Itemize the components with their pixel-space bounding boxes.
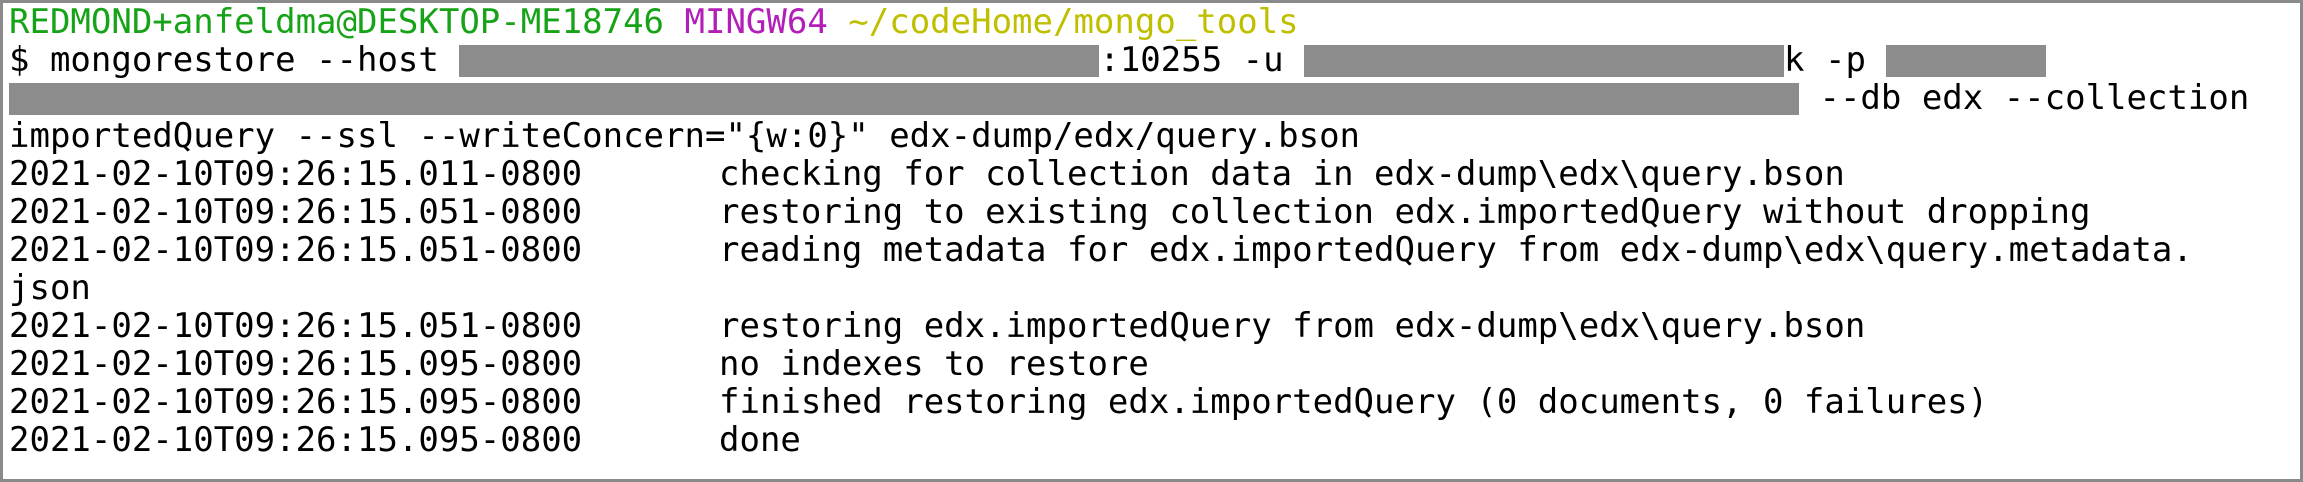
log-line: 2021-02-10T09:26:15.011-0800 checking for… <box>9 155 2300 193</box>
command-line-2: --db edx --collection <box>9 79 2300 117</box>
log-timestamp: 2021-02-10T09:26:15.051-0800 <box>9 307 583 345</box>
log-timestamp: 2021-02-10T09:26:15.095-0800 <box>9 383 583 421</box>
log-message: checking for collection data in edx-dump… <box>719 155 1845 193</box>
log-line: 2021-02-10T09:26:15.051-0800 restoring to… <box>9 193 2300 231</box>
log-timestamp: 2021-02-10T09:26:15.095-0800 <box>9 421 583 459</box>
command-user-tail: k -p <box>1784 41 1887 79</box>
log-line: 2021-02-10T09:26:15.095-0800 finished res… <box>9 383 2300 421</box>
log-line-wrap: json <box>9 269 2300 307</box>
log-message: reading metadata for edx.importedQuery f… <box>719 231 2193 269</box>
log-message: finished restoring edx.importedQuery (0 … <box>719 383 1989 421</box>
command-prefix: $ mongorestore --host <box>9 41 460 79</box>
command-db-collection: --db edx --collection <box>1799 79 2250 117</box>
log-message: restoring to existing collection edx.imp… <box>719 193 2091 231</box>
redacted-password-start <box>1886 45 2047 77</box>
log-line: 2021-02-10T09:26:15.051-0800 restoring ed… <box>9 307 2300 345</box>
redacted-host <box>459 45 1100 77</box>
redacted-password <box>9 83 1799 115</box>
log-timestamp: 2021-02-10T09:26:15.011-0800 <box>9 155 583 193</box>
prompt-path: ~/codeHome/mongo_tools <box>848 3 1299 41</box>
redacted-username <box>1304 45 1785 77</box>
command-line-1: $ mongorestore --host :10255 -u k -p <box>9 41 2300 79</box>
log-line: 2021-02-10T09:26:15.095-0800 no indexes t… <box>9 345 2300 383</box>
prompt-line: REDMOND+anfeldma@DESKTOP-ME18746 MINGW64… <box>9 3 2300 41</box>
terminal-window[interactable]: REDMOND+anfeldma@DESKTOP-ME18746 MINGW64… <box>0 0 2303 482</box>
command-continuation: importedQuery --ssl --writeConcern="{w:0… <box>9 117 1361 155</box>
prompt-system: MINGW64 <box>684 3 828 41</box>
prompt-user-host: REDMOND+anfeldma@DESKTOP-ME18746 <box>9 3 665 41</box>
log-timestamp: 2021-02-10T09:26:15.051-0800 <box>9 193 583 231</box>
log-message: no indexes to restore <box>719 345 1149 383</box>
log-line: 2021-02-10T09:26:15.051-0800 reading meta… <box>9 231 2300 269</box>
log-line: 2021-02-10T09:26:15.095-0800 done <box>9 421 2300 459</box>
command-port-user: :10255 -u <box>1099 41 1305 79</box>
log-message: restoring edx.importedQuery from edx-dum… <box>719 307 1866 345</box>
log-message: json <box>9 269 91 307</box>
log-timestamp: 2021-02-10T09:26:15.095-0800 <box>9 345 583 383</box>
log-message: done <box>719 421 801 459</box>
log-timestamp: 2021-02-10T09:26:15.051-0800 <box>9 231 583 269</box>
command-line-3: importedQuery --ssl --writeConcern="{w:0… <box>9 117 2300 155</box>
